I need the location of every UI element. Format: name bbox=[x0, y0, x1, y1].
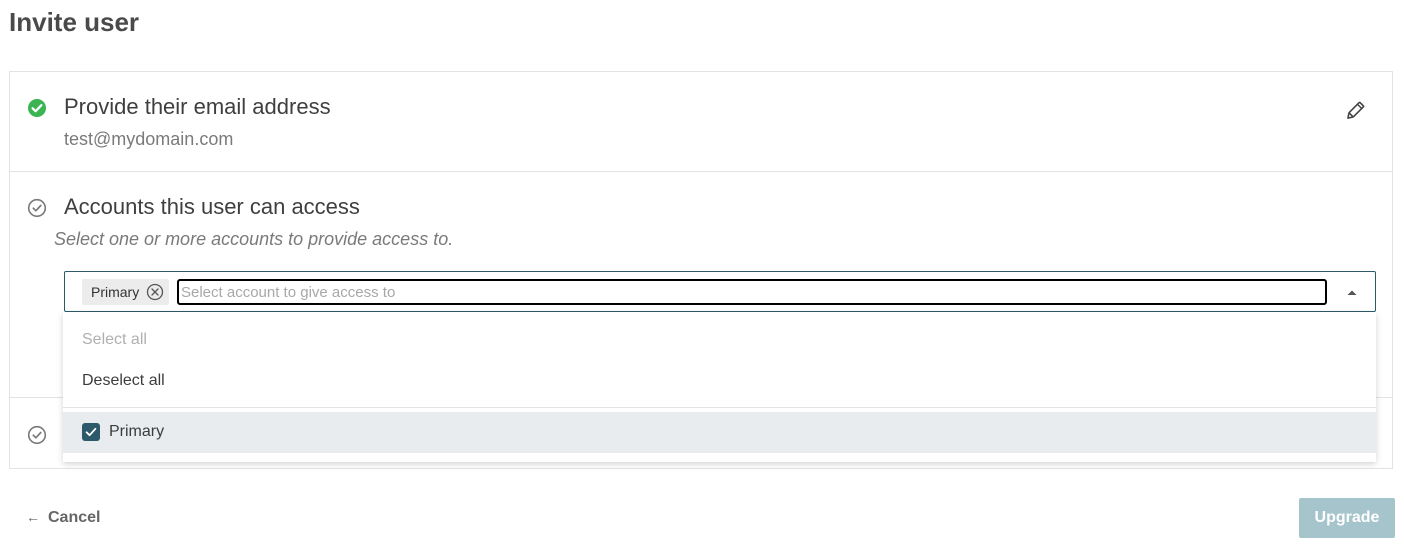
check-circle-outline-icon bbox=[27, 425, 47, 445]
chip-remove-button[interactable] bbox=[145, 282, 165, 302]
step-accounts-title: Accounts this user can access bbox=[64, 194, 360, 219]
dropdown-toggle-button[interactable] bbox=[1337, 280, 1367, 304]
pencil-icon bbox=[1347, 101, 1365, 119]
account-option-primary[interactable]: Primary bbox=[63, 412, 1376, 453]
chip-label: Primary bbox=[91, 284, 140, 300]
arrow-left-icon: ← bbox=[26, 509, 40, 525]
cancel-label: Cancel bbox=[48, 509, 101, 526]
account-dropdown: Select all Deselect all Primary bbox=[63, 312, 1376, 462]
step-email: Provide their email address test@mydomai… bbox=[10, 72, 1392, 172]
select-all-option: Select all bbox=[82, 331, 147, 348]
account-search-input[interactable] bbox=[177, 279, 1327, 305]
edit-email-button[interactable] bbox=[1343, 99, 1367, 123]
step-accounts-subtitle: Select one or more accounts to provide a… bbox=[54, 229, 454, 249]
check-circle-filled-icon bbox=[27, 98, 47, 118]
account-option-checkbox[interactable] bbox=[82, 423, 100, 441]
email-value: test@mydomain.com bbox=[64, 129, 234, 149]
step-email-title: Provide their email address bbox=[64, 94, 331, 119]
account-option-label: Primary bbox=[109, 423, 165, 440]
check-circle-outline-icon bbox=[27, 198, 47, 218]
caret-up-icon bbox=[1347, 290, 1357, 295]
close-circle-icon bbox=[146, 283, 164, 301]
account-multiselect[interactable]: Primary bbox=[64, 271, 1376, 312]
cancel-link[interactable]: ← Cancel bbox=[26, 506, 100, 529]
selected-chip-primary: Primary bbox=[82, 279, 169, 305]
deselect-all-option[interactable]: Deselect all bbox=[82, 371, 165, 391]
page-title: Invite user bbox=[9, 7, 140, 37]
checkmark-icon bbox=[85, 427, 97, 437]
upgrade-button[interactable]: Upgrade bbox=[1299, 498, 1395, 538]
dropdown-divider bbox=[63, 407, 1376, 408]
